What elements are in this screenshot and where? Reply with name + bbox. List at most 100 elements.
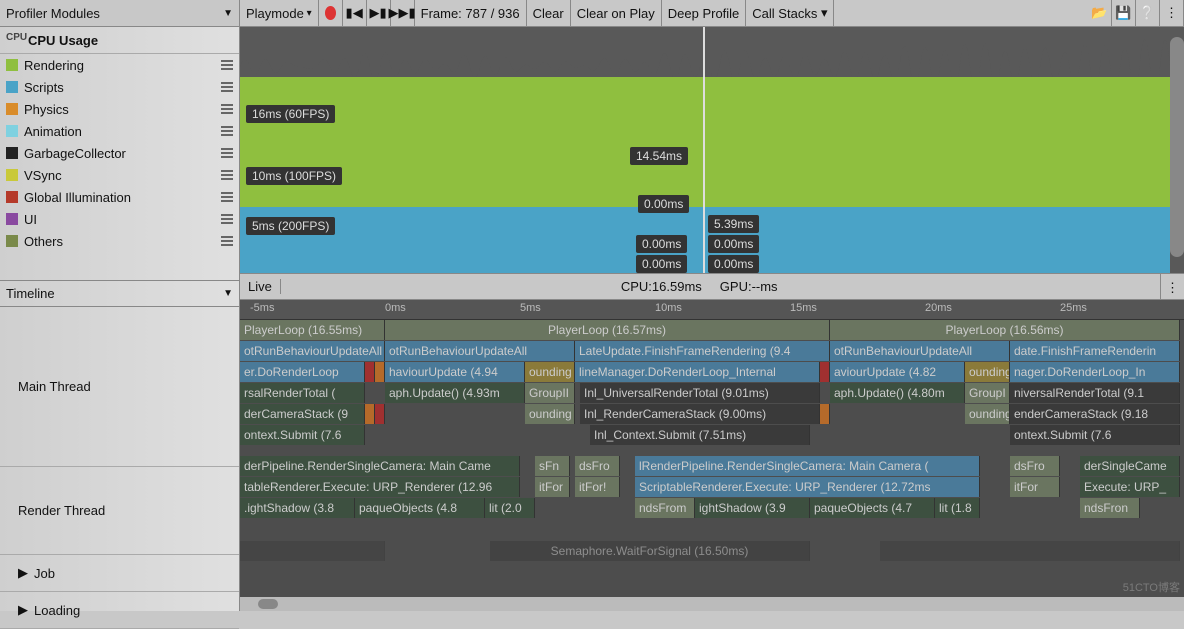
category-scripts[interactable]: Scripts xyxy=(0,76,239,98)
flame-bar[interactable]: dsFro xyxy=(1010,456,1060,476)
flame-bar[interactable] xyxy=(880,541,1180,561)
flame-bar[interactable]: nager.DoRenderLoop_In xyxy=(1010,362,1180,382)
live-button[interactable]: Live xyxy=(248,279,281,294)
timeline-flame-area[interactable]: -5ms 0ms 5ms 10ms 15ms 20ms 25ms PlayerL… xyxy=(240,300,1184,597)
category-vsync[interactable]: VSync xyxy=(0,164,239,186)
flame-bar[interactable]: otRunBehaviourUpdateAll xyxy=(385,341,575,361)
flame-bar[interactable]: Inl_RenderCameraStack (9.00ms) xyxy=(580,404,820,424)
scrollbar-thumb[interactable] xyxy=(258,599,278,609)
category-garbagecollector[interactable]: GarbageCollector xyxy=(0,142,239,164)
flame-bar[interactable]: date.FinishFrameRenderin xyxy=(1010,341,1180,361)
flame-bar[interactable]: .ightShadow (3.8 xyxy=(240,498,355,518)
flame-bar[interactable] xyxy=(365,362,375,382)
flame-bar[interactable]: aph.Update() (4.80m xyxy=(830,383,965,403)
category-physics[interactable]: Physics xyxy=(0,98,239,120)
frame-prev-button[interactable]: ▶▮ xyxy=(367,0,391,26)
flame-bar[interactable]: paqueObjects (4.7 xyxy=(810,498,935,518)
flame-bar[interactable]: derPipeline.RenderSingleCamera: Main Cam… xyxy=(240,456,520,476)
flame-bar[interactable]: ightShadow (3.9 xyxy=(695,498,810,518)
drag-handle-icon[interactable] xyxy=(221,82,233,92)
category-rendering[interactable]: Rendering xyxy=(0,54,239,76)
time-ruler[interactable]: -5ms 0ms 5ms 10ms 15ms 20ms 25ms xyxy=(240,300,1184,320)
flame-bar[interactable]: er.DoRenderLoop xyxy=(240,362,365,382)
timeline-overflow-menu[interactable]: ⋮ xyxy=(1160,274,1184,301)
flame-bar[interactable]: PlayerLoop (16.56ms) xyxy=(830,320,1180,340)
flame-bar[interactable] xyxy=(365,404,375,424)
flame-bar[interactable]: tableRenderer.Execute: URP_Renderer (12.… xyxy=(240,477,520,497)
drag-handle-icon[interactable] xyxy=(221,126,233,136)
horizontal-scrollbar[interactable] xyxy=(240,597,1184,611)
drag-handle-icon[interactable] xyxy=(221,104,233,114)
frame-cursor[interactable] xyxy=(703,27,705,273)
cpu-usage-header[interactable]: CPU CPU Usage xyxy=(0,27,239,54)
clear-on-play-button[interactable]: Clear on Play xyxy=(571,0,662,26)
playmode-dropdown[interactable]: Playmode ▾ xyxy=(240,0,319,26)
flame-bar[interactable]: derCameraStack (9 xyxy=(240,404,365,424)
drag-handle-icon[interactable] xyxy=(221,148,233,158)
flame-bar[interactable]: GroupII xyxy=(525,383,575,403)
record-button[interactable] xyxy=(319,0,343,26)
flame-bar[interactable]: itFor xyxy=(1010,477,1060,497)
flame-bar[interactable]: lRenderPipeline.RenderSingleCamera: Main… xyxy=(635,456,980,476)
frame-next-button[interactable]: ▶▶▮ xyxy=(391,0,415,26)
flame-bar[interactable]: sFn xyxy=(535,456,570,476)
frame-first-button[interactable]: ▮◀ xyxy=(343,0,367,26)
flame-bar[interactable]: lit (2.0 xyxy=(485,498,535,518)
thread-main[interactable]: Main Thread xyxy=(0,307,239,467)
flame-bar[interactable]: itFor xyxy=(535,477,570,497)
drag-handle-icon[interactable] xyxy=(221,236,233,246)
deep-profile-button[interactable]: Deep Profile xyxy=(662,0,747,26)
category-ui[interactable]: UI xyxy=(0,208,239,230)
call-stacks-dropdown[interactable]: Call Stacks ▾ xyxy=(746,0,834,26)
flame-bar[interactable]: ScriptableRenderer.Execute: URP_Renderer… xyxy=(635,477,980,497)
flame-bar[interactable]: PlayerLoop (16.57ms) xyxy=(385,320,830,340)
category-others[interactable]: Others xyxy=(0,230,239,252)
flame-bar[interactable]: paqueObjects (4.8 xyxy=(355,498,485,518)
flame-bar[interactable]: ounding xyxy=(965,362,1010,382)
flame-bar[interactable] xyxy=(240,541,385,561)
flame-bar[interactable] xyxy=(820,404,830,424)
flame-bar[interactable]: Execute: URP_ xyxy=(1080,477,1180,497)
flame-bar[interactable]: enderCameraStack (9.18 xyxy=(1010,404,1180,424)
flame-bar[interactable]: dsFro xyxy=(575,456,620,476)
flame-bar[interactable]: ontext.Submit (7.6 xyxy=(240,425,365,445)
flame-bar[interactable]: LateUpdate.FinishFrameRendering (9.4 xyxy=(575,341,830,361)
flame-bar[interactable]: aph.Update() (4.93m xyxy=(385,383,525,403)
overflow-menu-button[interactable]: ⋮ xyxy=(1160,0,1184,26)
profiler-modules-dropdown[interactable]: Profiler Modules ▼ xyxy=(0,0,240,26)
flame-bar[interactable]: lit (1.8 xyxy=(935,498,980,518)
save-button[interactable]: 💾 xyxy=(1112,0,1136,26)
flame-bar[interactable]: lineManager.DoRenderLoop_Internal xyxy=(575,362,820,382)
thread-job[interactable]: ▶Job xyxy=(0,555,239,592)
drag-handle-icon[interactable] xyxy=(221,192,233,202)
flame-bar[interactable]: ndsFron xyxy=(1080,498,1140,518)
flame-bar[interactable]: Inl_Context.Submit (7.51ms) xyxy=(590,425,810,445)
flame-bar[interactable]: itFor! xyxy=(575,477,620,497)
flame-bar[interactable]: otRunBehaviourUpdateAll xyxy=(830,341,1010,361)
category-global illumination[interactable]: Global Illumination xyxy=(0,186,239,208)
flame-bar[interactable] xyxy=(375,404,385,424)
flame-bar[interactable]: Semaphore.WaitForSignal (16.50ms) xyxy=(490,541,810,561)
flame-bar[interactable]: ounding xyxy=(525,404,575,424)
drag-handle-icon[interactable] xyxy=(221,60,233,70)
flame-bar[interactable]: haviourUpdate (4.94 xyxy=(385,362,525,382)
flame-bar[interactable]: ounding xyxy=(525,362,575,382)
clear-button[interactable]: Clear xyxy=(527,0,571,26)
flame-bar[interactable]: aviourUpdate (4.82 xyxy=(830,362,965,382)
flame-bar[interactable]: GroupI xyxy=(965,383,1010,403)
flame-bar[interactable]: rsalRenderTotal ( xyxy=(240,383,365,403)
flame-bar[interactable]: ounding xyxy=(965,404,1010,424)
help-button[interactable]: ❔ xyxy=(1136,0,1160,26)
flame-bar[interactable]: ontext.Submit (7.6 xyxy=(1010,425,1180,445)
flame-bar[interactable] xyxy=(375,362,385,382)
drag-handle-icon[interactable] xyxy=(221,214,233,224)
flame-bar[interactable]: PlayerLoop (16.55ms) xyxy=(240,320,385,340)
drag-handle-icon[interactable] xyxy=(221,170,233,180)
category-animation[interactable]: Animation xyxy=(0,120,239,142)
chart-vertical-scrollbar[interactable] xyxy=(1170,37,1184,257)
flame-bar[interactable]: ndsFrom xyxy=(635,498,695,518)
open-button[interactable]: 📂 xyxy=(1088,0,1112,26)
cpu-usage-chart[interactable]: 16ms (60FPS) 10ms (100FPS) 5ms (200FPS) … xyxy=(240,27,1184,273)
flame-bar[interactable]: niversalRenderTotal (9.1 xyxy=(1010,383,1180,403)
thread-render[interactable]: Render Thread xyxy=(0,467,239,555)
